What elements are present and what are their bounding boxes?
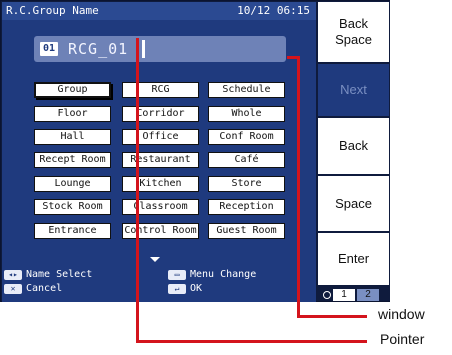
name-button-floor[interactable]: Floor <box>34 106 111 122</box>
name-button-guest-room[interactable]: Guest Room <box>208 223 285 239</box>
name-button-hall[interactable]: Hall <box>34 129 111 145</box>
page-indicator: 1 2 <box>321 289 387 301</box>
back-space-label-line1: Back <box>339 16 368 31</box>
name-input-window[interactable]: 01 RCG_01 <box>34 36 286 62</box>
back-space-button[interactable]: Back Space <box>318 2 389 62</box>
date-time: 10/12 06:15 <box>237 4 310 17</box>
name-button-conf-room[interactable]: Conf Room <box>208 129 285 145</box>
page-dot-icon <box>323 291 331 299</box>
screen: R.C.Group Name 10/12 06:15 01 RCG_01 Gro… <box>2 2 316 302</box>
back-button[interactable]: Back <box>318 118 389 174</box>
name-button-entrance[interactable]: Entrance <box>34 223 111 239</box>
page-2[interactable]: 2 <box>357 289 379 301</box>
name-button-group[interactable]: Group <box>34 82 111 98</box>
name-button-classroom[interactable]: Classroom <box>122 199 199 215</box>
pointer-callout-line <box>136 38 139 343</box>
name-button-reception[interactable]: Reception <box>208 199 285 215</box>
ok-icon: ↵ <box>168 284 186 294</box>
name-button-whole[interactable]: Whole <box>208 106 285 122</box>
next-button[interactable]: Next <box>318 64 389 116</box>
pointer-callout-line <box>136 340 367 343</box>
menu-change-label: Menu Change <box>190 269 257 280</box>
pointer-callout-label: Pointer <box>380 331 425 347</box>
device-frame: R.C.Group Name 10/12 06:15 01 RCG_01 Gro… <box>0 0 390 302</box>
name-button-corridor[interactable]: Corridor <box>122 106 199 122</box>
name-value: RCG_01 <box>68 40 129 58</box>
name-select-icon: ◂▸ <box>4 270 22 280</box>
cancel-icon: ✕ <box>4 284 22 294</box>
name-index: 01 <box>40 42 58 56</box>
name-button-caf-[interactable]: Café <box>208 152 285 168</box>
scroll-down-icon <box>150 257 160 262</box>
name-button-kitchen[interactable]: Kitchen <box>122 176 199 192</box>
page-1[interactable]: 1 <box>333 289 355 301</box>
back-space-label-line2: Space <box>335 32 372 47</box>
name-button-lounge[interactable]: Lounge <box>34 176 111 192</box>
window-callout-line <box>297 315 367 318</box>
title-bar: R.C.Group Name 10/12 06:15 <box>2 2 316 20</box>
footer: ◂▸ Name Select ✕ Cancel ▭ Menu Change ↵ … <box>2 268 316 302</box>
enter-button[interactable]: Enter <box>318 233 389 285</box>
name-button-office[interactable]: Office <box>122 129 199 145</box>
window-callout-line <box>297 56 300 318</box>
space-button[interactable]: Space <box>318 176 389 231</box>
ok-label: OK <box>190 283 203 294</box>
name-button-control-room[interactable]: Control Room <box>122 223 199 239</box>
name-button-schedule[interactable]: Schedule <box>208 82 285 98</box>
cancel-label: Cancel <box>26 283 63 294</box>
text-cursor <box>142 40 145 58</box>
name-button-store[interactable]: Store <box>208 176 285 192</box>
menu-change-icon: ▭ <box>168 270 186 280</box>
name-button-recept-room[interactable]: Recept Room <box>34 152 111 168</box>
name-select-label: Name Select <box>26 269 93 280</box>
name-button-stock-room[interactable]: Stock Room <box>34 199 111 215</box>
name-button-rcg[interactable]: RCG <box>122 82 199 98</box>
screen-title: R.C.Group Name <box>6 4 99 17</box>
side-panel: Back Space Next Back Space Enter <box>317 1 390 301</box>
window-callout-label: window <box>378 306 425 322</box>
name-button-restaurant[interactable]: Restaurant <box>122 152 199 168</box>
